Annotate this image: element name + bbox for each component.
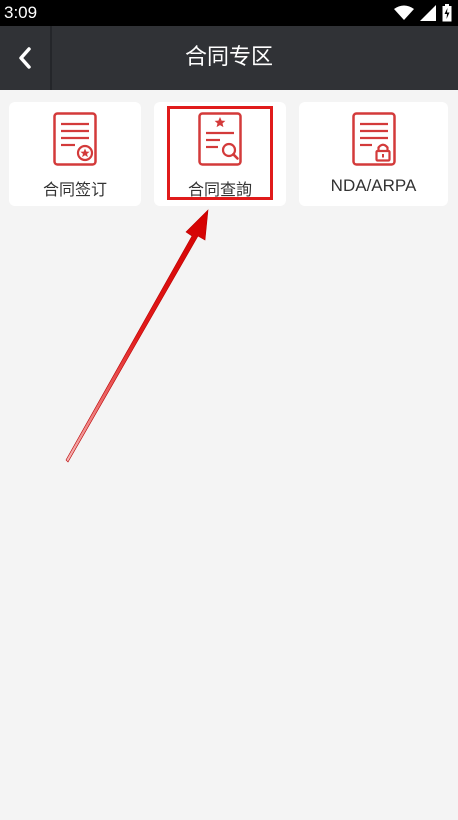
annotation-arrow (65, 209, 209, 463)
